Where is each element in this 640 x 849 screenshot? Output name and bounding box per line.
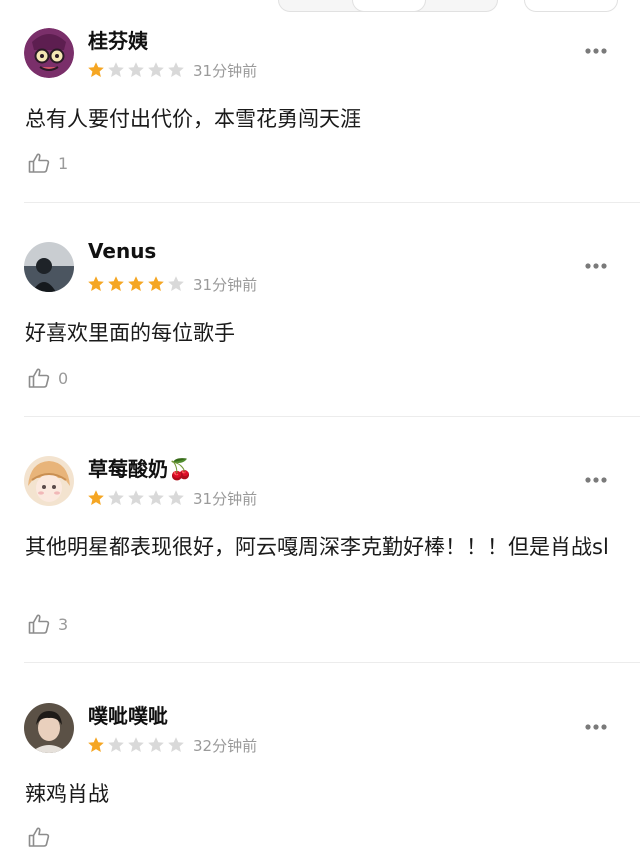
star-filled-icon	[88, 737, 104, 752]
like-count: 1	[58, 154, 69, 173]
thumbs-up-icon[interactable]	[27, 612, 51, 636]
review-divider	[24, 662, 640, 663]
more-options-icon[interactable]	[584, 476, 608, 484]
review-time: 31分钟前	[193, 276, 258, 294]
review-divider	[24, 416, 640, 417]
star-empty-icon	[168, 62, 184, 77]
star-filled-icon	[148, 276, 164, 291]
review-content: 好喜欢里面的每位歌手	[25, 321, 235, 345]
photo-avatar-icon	[24, 703, 74, 753]
star-empty-icon	[168, 737, 184, 752]
star-rating	[87, 489, 185, 507]
like-count: 0	[58, 369, 69, 388]
review-item: Venus 31分钟前 好喜欢里面的每位歌手 0	[0, 214, 640, 418]
anime-girl-avatar-icon	[24, 456, 74, 506]
username[interactable]: 桂芬姨	[88, 25, 148, 54]
user-avatar[interactable]	[24, 703, 74, 753]
review-item: 噗呲噗呲 32分钟前 辣鸡肖战	[0, 675, 640, 847]
username[interactable]: Venus	[88, 239, 156, 263]
star-filled-icon	[128, 276, 144, 291]
cartoon-face-avatar-icon	[24, 28, 74, 78]
star-empty-icon	[108, 490, 124, 505]
user-avatar[interactable]	[24, 28, 74, 78]
star-filled-icon	[88, 62, 104, 77]
review-time: 31分钟前	[193, 490, 258, 508]
review-content: 辣鸡肖战	[25, 782, 109, 806]
star-rating	[87, 275, 185, 293]
photo-avatar-icon	[24, 242, 74, 292]
user-avatar[interactable]	[24, 242, 74, 292]
more-options-icon[interactable]	[584, 262, 608, 270]
review-content: 其他明星都表现很好，阿云嘎周深李克勤好棒！！！但是肖战sl	[25, 535, 609, 559]
star-empty-icon	[128, 62, 144, 77]
username[interactable]: 噗呲噗呲	[88, 700, 168, 729]
review-divider	[24, 202, 640, 203]
username[interactable]: 草莓酸奶🍒	[88, 453, 193, 482]
review-content: 总有人要付出代价，本雪花勇闯天涯	[25, 107, 361, 131]
star-empty-icon	[128, 490, 144, 505]
more-options-icon[interactable]	[584, 723, 608, 731]
more-options-icon[interactable]	[584, 47, 608, 55]
review-time: 31分钟前	[193, 62, 258, 80]
star-rating	[87, 61, 185, 79]
thumbs-up-icon[interactable]	[27, 151, 51, 175]
user-avatar[interactable]	[24, 456, 74, 506]
star-empty-icon	[128, 737, 144, 752]
thumbs-up-icon[interactable]	[27, 366, 51, 390]
star-empty-icon	[148, 62, 164, 77]
star-empty-icon	[168, 276, 184, 291]
thumbs-up-icon[interactable]	[27, 825, 51, 849]
star-empty-icon	[148, 737, 164, 752]
review-item: 草莓酸奶🍒 31分钟前 其他明星都表现很好，阿云嘎周深李克勤好棒！！！但是肖战s…	[0, 428, 640, 664]
star-empty-icon	[168, 490, 184, 505]
star-empty-icon	[148, 490, 164, 505]
star-rating	[87, 736, 185, 754]
star-empty-icon	[108, 737, 124, 752]
review-time: 32分钟前	[193, 737, 258, 755]
star-filled-icon	[88, 490, 104, 505]
review-item: 桂芬姨 31分钟前 总有人要付出代价，本雪花勇闯天涯 1	[0, 0, 640, 204]
star-filled-icon	[88, 276, 104, 291]
star-empty-icon	[108, 62, 124, 77]
like-count: 3	[58, 615, 69, 634]
star-filled-icon	[108, 276, 124, 291]
